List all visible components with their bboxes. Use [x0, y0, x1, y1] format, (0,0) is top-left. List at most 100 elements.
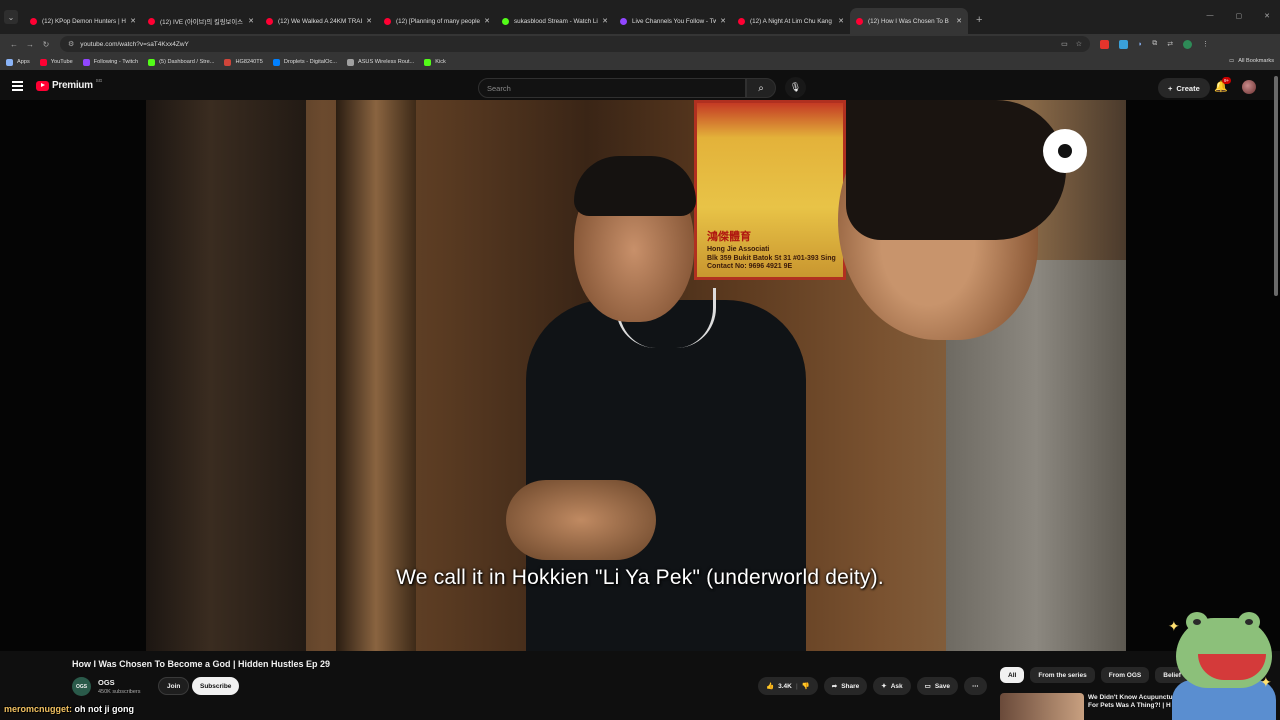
- tab-close-icon[interactable]: ✕: [720, 17, 726, 25]
- share-button[interactable]: ➦ Share: [823, 677, 868, 695]
- extension-blue-icon[interactable]: [1119, 39, 1128, 49]
- man-figure-hands: [506, 480, 656, 560]
- maximize-icon[interactable]: ▢: [1236, 12, 1243, 20]
- video-actions: 👍 3.4K | 👎 ➦ Share ✦ Ask ▭ Save ⋯: [758, 677, 987, 695]
- create-label: Create: [1176, 83, 1200, 93]
- browser-tab[interactable]: (12) [Planning of many people ✕: [378, 8, 496, 34]
- tab-title: (12) IVE (아이브)의 킬링보이스: [160, 18, 243, 26]
- profile-icon[interactable]: [1183, 39, 1193, 49]
- all-bookmarks[interactable]: ▭ All Bookmarks: [1229, 58, 1274, 64]
- search-icon: ⌕: [758, 82, 764, 94]
- new-tab-icon[interactable]: +: [976, 14, 982, 26]
- browser-tab[interactable]: (12) KPop Demon Hunters | Ho ✕: [24, 8, 142, 34]
- tab-groups-icon[interactable]: ⇄: [1167, 40, 1173, 48]
- voice-search-button[interactable]: 🎙: [785, 77, 806, 98]
- tab-close-icon[interactable]: ✕: [602, 17, 608, 25]
- sign-text: 鴻傑體育 Hong Jie Associati Blk 359 Bukit Ba…: [707, 231, 837, 271]
- folder-icon: ▭: [1228, 58, 1235, 64]
- address-bar-row: ← → ↻ ⚙ youtube.com/watch?v=saT4Kxx4ZwY …: [0, 34, 1280, 54]
- browser-tab[interactable]: (12) How I Was Chosen To B ✕: [850, 8, 968, 34]
- reload-icon[interactable]: ↻: [38, 40, 54, 49]
- tab-title: (12) How I Was Chosen To B: [868, 17, 949, 25]
- extension-audio-icon[interactable]: ◗: [1138, 41, 1142, 48]
- browser-tab[interactable]: Live Channels You Follow - Twit ✕: [614, 8, 732, 34]
- cast-icon[interactable]: ▭: [1061, 40, 1068, 48]
- dislike-icon[interactable]: 👎: [802, 682, 810, 690]
- recommended-video-thumbnail[interactable]: [1000, 693, 1084, 720]
- channel-name[interactable]: OGS: [98, 678, 115, 687]
- join-button[interactable]: Join: [158, 677, 190, 695]
- forward-icon[interactable]: →: [22, 40, 38, 49]
- close-window-icon[interactable]: ✕: [1264, 12, 1270, 20]
- chip-from-the-series[interactable]: From the series: [1030, 667, 1095, 683]
- browser-tab[interactable]: (12) IVE (아이브)의 킬링보이스 ✕: [142, 8, 260, 34]
- bookmark-favicon-icon: [272, 58, 280, 66]
- frog-head: [1176, 612, 1272, 688]
- menu-icon[interactable]: [12, 81, 23, 93]
- bookmark-item[interactable]: Following - Twitch: [82, 58, 138, 66]
- tab-close-icon[interactable]: ✕: [130, 17, 136, 25]
- subscribe-button[interactable]: Subscribe: [192, 677, 240, 695]
- man-figure-body: [526, 300, 806, 651]
- more-actions-button[interactable]: ⋯: [964, 677, 987, 695]
- tab-search-icon[interactable]: ⌄: [4, 10, 18, 24]
- browser-tab[interactable]: sukasblood Stream - Watch Liv ✕: [496, 8, 614, 34]
- account-avatar[interactable]: [1242, 80, 1256, 94]
- extensions-puzzle-icon[interactable]: ⧉: [1152, 40, 1157, 48]
- bookmark-favicon-icon: [424, 58, 432, 66]
- man-figure-hair: [574, 156, 696, 216]
- bookmark-label: (5) Dashboard / Stre...: [159, 59, 215, 65]
- like-icon[interactable]: 👍: [766, 682, 774, 690]
- search-button[interactable]: ⌕: [746, 78, 776, 98]
- site-info-icon[interactable]: ⚙: [68, 40, 74, 48]
- recommendation-chips: All From the series From OGS Belief: [1000, 667, 1189, 683]
- chat-username: meromcnugget:: [4, 704, 73, 714]
- channel-avatar[interactable]: OGS: [72, 677, 91, 696]
- create-button[interactable]: + Create: [1158, 78, 1210, 98]
- menu-kebab-icon[interactable]: ⋮: [1202, 40, 1209, 48]
- minimize-icon[interactable]: —: [1207, 12, 1214, 20]
- like-count[interactable]: 3.4K: [778, 683, 792, 690]
- video-caption: We call it in Hokkien "Li Ya Pek" (under…: [396, 566, 884, 589]
- bookmark-item[interactable]: HG8240T5: [224, 58, 263, 66]
- window-controls: — ▢ ✕: [1207, 12, 1271, 20]
- bookmark-item[interactable]: YouTube: [39, 58, 73, 66]
- extension-red-icon[interactable]: [1100, 39, 1109, 49]
- video-player[interactable]: 鴻傑體育 Hong Jie Associati Blk 359 Bukit Ba…: [0, 100, 1280, 651]
- bookmark-item[interactable]: Apps: [6, 58, 30, 66]
- sign-line: Contact No: 9696 4921 9E: [707, 262, 793, 270]
- omnibox[interactable]: ⚙ youtube.com/watch?v=saT4Kxx4ZwY ▭ ☆: [60, 36, 1090, 52]
- search-input[interactable]: Search: [478, 78, 746, 98]
- bookmark-item[interactable]: (5) Dashboard / Stre...: [148, 58, 215, 66]
- back-icon[interactable]: ←: [6, 40, 22, 49]
- tab-close-icon[interactable]: ✕: [838, 17, 844, 25]
- subscriber-count: 450K subscribers: [98, 689, 141, 695]
- browser-tab[interactable]: (12) We Walked A 24KM TRAIL ✕: [260, 8, 378, 34]
- like-divider: |: [795, 682, 798, 690]
- join-label: Join: [167, 682, 181, 690]
- sign-chinese: 鴻傑體育: [707, 231, 751, 243]
- video-title: How I Was Chosen To Become a God | Hidde…: [72, 659, 331, 669]
- tab-favicon-icon: [148, 17, 155, 25]
- tab-close-icon[interactable]: ✕: [248, 17, 254, 25]
- bookmark-item[interactable]: ASUS Wireless Rout...: [346, 58, 414, 66]
- page-scrollbar[interactable]: [1274, 76, 1278, 296]
- bookmark-item[interactable]: Kick: [424, 58, 446, 66]
- bookmark-star-icon[interactable]: ☆: [1076, 40, 1082, 48]
- bookmark-item[interactable]: Droplets - DigitalOc...: [272, 58, 337, 66]
- youtube-header: Premium SG Search ⌕ 🎙 + Create 🔔 9+: [0, 72, 1280, 100]
- chip-all[interactable]: All: [1000, 667, 1025, 683]
- frog-eye-icon: [1238, 612, 1260, 632]
- browser-tab[interactable]: (12) A Night At Lim Chu Kang C ✕: [732, 8, 850, 34]
- save-button[interactable]: ▭ Save: [916, 677, 959, 695]
- youtube-premium-logo[interactable]: Premium SG: [36, 78, 102, 91]
- bookmark-list: Apps YouTube Following - Twitch (5) Dashboa…: [6, 58, 446, 66]
- tab-close-icon[interactable]: ✕: [366, 17, 372, 25]
- tab-close-icon[interactable]: ✕: [956, 17, 962, 25]
- ask-button[interactable]: ✦ Ask: [873, 677, 911, 695]
- tab-close-icon[interactable]: ✕: [484, 17, 490, 25]
- bookmark-label: Apps: [17, 59, 30, 65]
- tab-title: (12) A Night At Lim Chu Kang C: [750, 17, 835, 25]
- chip-from-ogs[interactable]: From OGS: [1100, 667, 1150, 683]
- like-dislike-group: 👍 3.4K | 👎: [758, 677, 818, 695]
